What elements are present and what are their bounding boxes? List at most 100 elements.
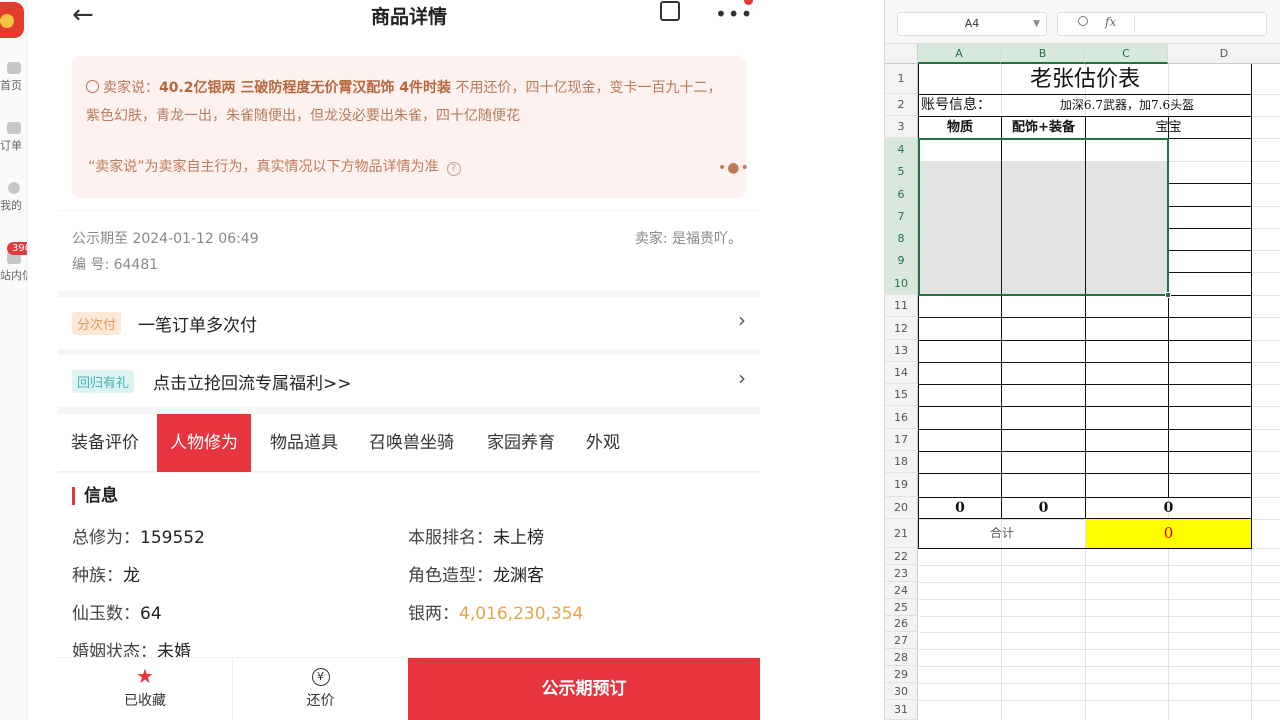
serial-number: 编 号: 64481 bbox=[72, 257, 159, 273]
tab-home[interactable]: 家园养育 bbox=[474, 414, 568, 472]
top-nav-bar: ← 商品详情 ••• bbox=[58, 0, 760, 40]
installment-row[interactable]: 分次付 一笔订单多次付 › bbox=[58, 297, 760, 349]
row-header-16[interactable]: 16 bbox=[885, 406, 918, 429]
row-header-2[interactable]: 2 bbox=[885, 94, 918, 116]
public-period: 公示期至 2024-01-12 06:49 bbox=[72, 231, 259, 247]
column-header-d[interactable]: D bbox=[1168, 44, 1280, 64]
total-label[interactable]: 合计 bbox=[919, 519, 1085, 548]
row-header-22[interactable]: 22 bbox=[885, 548, 918, 565]
row-header-17[interactable]: 17 bbox=[885, 429, 918, 451]
select-all-corner[interactable] bbox=[885, 44, 918, 64]
tab-summons-mounts[interactable]: 召唤兽坐骑 bbox=[356, 414, 467, 472]
preorder-button[interactable]: 公示期预订 bbox=[408, 658, 760, 720]
account-label[interactable]: 账号信息： bbox=[921, 95, 1003, 116]
table-border bbox=[918, 406, 1252, 407]
row-header-31[interactable]: 31 bbox=[885, 700, 918, 720]
tab-items[interactable]: 物品道具 bbox=[257, 414, 351, 472]
help-icon[interactable]: ? bbox=[446, 162, 461, 176]
info-heading: 信息 bbox=[72, 487, 118, 505]
row-header-19[interactable]: 19 bbox=[885, 473, 918, 497]
formula-input[interactable]: fx bbox=[1057, 12, 1267, 36]
gridline bbox=[919, 649, 1280, 650]
header-material[interactable]: 物质 bbox=[919, 117, 1001, 138]
tab-appearance[interactable]: 外观 bbox=[573, 414, 633, 472]
gridline bbox=[919, 666, 1280, 667]
grand-total[interactable]: 0 bbox=[1086, 519, 1251, 548]
row-header-27[interactable]: 27 bbox=[885, 632, 918, 649]
row-header-6[interactable]: 6 bbox=[885, 183, 918, 206]
header-pet[interactable]: 宝宝 bbox=[1086, 117, 1251, 138]
row-header-14[interactable]: 14 bbox=[885, 362, 918, 384]
column-header-a[interactable]: A bbox=[918, 44, 1001, 64]
table-border bbox=[918, 548, 1252, 549]
home-icon bbox=[7, 62, 21, 74]
sidebar-item-me[interactable]: 我的 bbox=[0, 182, 27, 213]
fill-handle[interactable] bbox=[1165, 292, 1171, 298]
jade-count: 仙玉数：64 bbox=[72, 604, 162, 624]
sum-b[interactable]: 0 bbox=[1002, 498, 1085, 518]
seller-name[interactable]: 卖家: 是福贵吖。 bbox=[635, 228, 742, 248]
favorite-button[interactable]: ★ 已收藏 bbox=[58, 658, 233, 720]
seller-highlight: 40.2亿银两 三破防程度无价霄汉配饰 4件时装 bbox=[159, 80, 452, 96]
gridline bbox=[919, 565, 1280, 566]
gridline bbox=[919, 599, 1280, 600]
tab-equipment-review[interactable]: 装备评价 bbox=[58, 414, 152, 472]
seller-says-text: 卖家说：40.2亿银两 三破防程度无价霄汉配饰 4件时装 不用还价，四十亿现金，… bbox=[86, 80, 722, 124]
row-header-13[interactable]: 13 bbox=[885, 340, 918, 362]
app-sidebar: 首页 订单 我的 站内信 390 bbox=[0, 0, 28, 720]
row-header-21[interactable]: 21 bbox=[885, 519, 918, 548]
row-header-20[interactable]: 20 bbox=[885, 497, 918, 519]
expand-dots-icon[interactable]: •●• bbox=[718, 160, 750, 176]
row-header-10[interactable]: 10 bbox=[885, 272, 918, 295]
smile-icon bbox=[86, 80, 99, 93]
selection-range bbox=[918, 138, 1169, 296]
sidebar-item-orders[interactable]: 订单 bbox=[0, 122, 27, 153]
table-border-right bbox=[1251, 64, 1252, 548]
row-header-24[interactable]: 24 bbox=[885, 582, 918, 599]
row-header-7[interactable]: 7 bbox=[885, 206, 918, 228]
row-header-5[interactable]: 5 bbox=[885, 161, 918, 183]
sheet-title[interactable]: 老张估价表 bbox=[919, 65, 1251, 94]
row-header-11[interactable]: 11 bbox=[885, 295, 918, 317]
row-header-26[interactable]: 26 bbox=[885, 616, 918, 632]
row-header-3[interactable]: 3 bbox=[885, 116, 918, 138]
share-icon[interactable] bbox=[660, 1, 680, 21]
row-header-4[interactable]: 4 bbox=[885, 138, 918, 161]
sum-a[interactable]: 0 bbox=[919, 498, 1001, 518]
row-header-30[interactable]: 30 bbox=[885, 683, 918, 700]
product-detail-panel: ← 商品详情 ••• 卖家说：40.2亿银两 三破防程度无价霄汉配饰 4件时装 … bbox=[58, 0, 760, 720]
name-box[interactable]: A4 ▼ bbox=[897, 12, 1047, 36]
seller-disclaimer: “卖家说”为卖家自主行为，真实情况以下方物品详情为准? bbox=[88, 156, 461, 176]
row-header-29[interactable]: 29 bbox=[885, 666, 918, 683]
formula-bar: A4 ▼ fx bbox=[885, 0, 1280, 44]
bottom-action-bar: ★ 已收藏 ¥ 还价 公示期预订 bbox=[58, 657, 760, 720]
header-accessory[interactable]: 配饰+装备 bbox=[1002, 117, 1085, 138]
row-header-25[interactable]: 25 bbox=[885, 599, 918, 616]
column-header-b[interactable]: B bbox=[1001, 44, 1085, 64]
sum-c[interactable]: 0 bbox=[1086, 498, 1251, 518]
bargain-button[interactable]: ¥ 还价 bbox=[233, 658, 408, 720]
row-header-8[interactable]: 8 bbox=[885, 228, 918, 250]
row-header-12[interactable]: 12 bbox=[885, 317, 918, 340]
row-header-1[interactable]: 1 bbox=[885, 64, 918, 94]
row-header-28[interactable]: 28 bbox=[885, 649, 918, 666]
row-header-15[interactable]: 15 bbox=[885, 384, 918, 406]
sidebar-item-messages[interactable]: 站内信 bbox=[0, 252, 27, 283]
sidebar-item-home[interactable]: 首页 bbox=[0, 62, 27, 93]
screen: 首页 订单 我的 站内信 390 ← 商品详情 ••• 卖家说：40.2亿银 bbox=[0, 0, 1280, 720]
table-border bbox=[918, 473, 1252, 474]
row-header-23[interactable]: 23 bbox=[885, 565, 918, 582]
gridline bbox=[919, 683, 1280, 684]
row-header-9[interactable]: 9 bbox=[885, 250, 918, 272]
return-gift-row[interactable]: 回归有礼 点击立抢回流专属福利>> › bbox=[58, 355, 760, 407]
app-logo-icon bbox=[0, 2, 24, 38]
column-header-c[interactable]: C bbox=[1085, 44, 1168, 64]
chevron-down-icon: ▼ bbox=[1033, 19, 1040, 29]
table-border bbox=[918, 362, 1252, 363]
zoom-icon[interactable] bbox=[1078, 16, 1088, 26]
account-value[interactable]: 加深6.7武器，加7.6头盔 bbox=[1003, 95, 1251, 116]
more-dots-icon[interactable]: ••• bbox=[715, 2, 753, 26]
table-border bbox=[918, 429, 1252, 430]
tab-character-cultivation[interactable]: 人物修为 bbox=[157, 414, 251, 472]
row-header-18[interactable]: 18 bbox=[885, 451, 918, 473]
